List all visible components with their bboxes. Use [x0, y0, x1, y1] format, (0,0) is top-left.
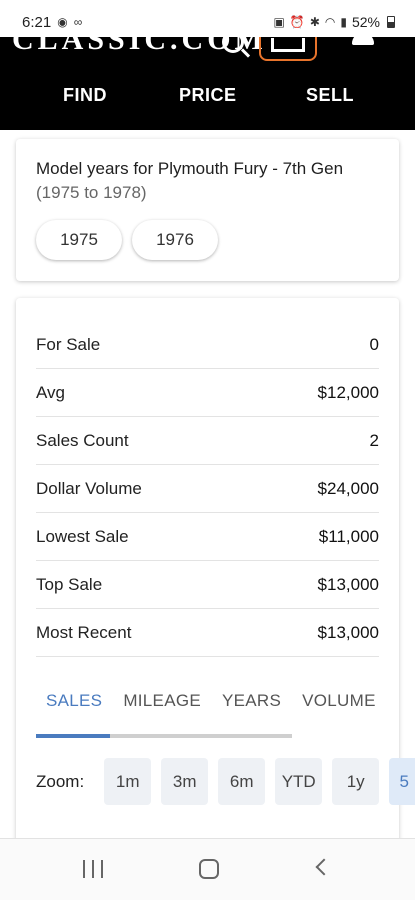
stat-label: For Sale	[36, 334, 101, 354]
nav-find[interactable]: FIND	[63, 85, 107, 106]
tab-volume[interactable]: VOLUME	[302, 679, 376, 723]
system-nav-bar	[0, 838, 415, 900]
zoom-ytd-button[interactable]: YTD	[275, 758, 323, 805]
stat-row-for-sale: For Sale 0	[36, 321, 379, 369]
stat-value: 2	[369, 430, 379, 450]
home-icon[interactable]	[199, 859, 219, 879]
model-years-range: (1975 to 1978)	[36, 183, 147, 202]
back-icon[interactable]	[315, 858, 333, 876]
tab-mileage[interactable]: MILEAGE	[123, 679, 201, 723]
nfc-icon: ▣	[273, 15, 285, 29]
user-icon[interactable]	[352, 37, 374, 45]
stat-label: Sales Count	[36, 430, 129, 450]
tab-sales[interactable]: SALES	[46, 679, 102, 723]
stat-value: $13,000	[317, 622, 379, 642]
nav-sell[interactable]: SELL	[306, 85, 354, 106]
wifi-icon: ◠	[324, 15, 336, 29]
stat-label: Avg	[36, 382, 65, 402]
stat-label: Dollar Volume	[36, 478, 142, 498]
voicemail-icon: ∞	[73, 15, 83, 29]
market-stats-card: For Sale 0 Avg $12,000 Sales Count 2 Dol…	[16, 298, 415, 858]
signal-icon: ▮	[340, 15, 347, 29]
battery-percent: 52%	[351, 14, 380, 30]
stat-label: Top Sale	[36, 574, 103, 594]
zoom-1m-button[interactable]: 1m	[104, 758, 152, 805]
stat-value: $13,000	[317, 574, 379, 594]
stat-value: $12,000	[317, 382, 379, 402]
garage-button[interactable]	[259, 37, 317, 61]
stat-label: Lowest Sale	[36, 526, 129, 546]
messenger-icon: ◉	[57, 15, 68, 29]
stat-value: $24,000	[317, 478, 379, 498]
stat-row-avg: Avg $12,000	[36, 369, 379, 417]
bluetooth-icon: ✱	[309, 15, 320, 29]
nav-price[interactable]: PRICE	[179, 85, 237, 106]
stat-row-dollar-volume: Dollar Volume $24,000	[36, 465, 379, 513]
model-years-card: Model years for Plymouth Fury - 7th Gen …	[16, 139, 399, 281]
recent-apps-icon[interactable]	[83, 860, 103, 878]
tab-years[interactable]: YEARS	[222, 679, 281, 723]
status-time: 6:21	[22, 13, 52, 31]
stat-value: $11,000	[318, 526, 379, 546]
battery-icon	[387, 16, 395, 28]
stat-row-sales-count: Sales Count 2	[36, 417, 379, 465]
zoom-controls: Zoom: 1m 3m 6m YTD 1y 5	[36, 758, 415, 805]
stat-value: 0	[369, 334, 379, 354]
chart-tabs: SALES MILEAGE YEARS VOLUME	[36, 679, 379, 738]
model-years-title: Model years for Plymouth Fury - 7th Gen	[36, 159, 344, 178]
stat-row-most-recent: Most Recent $13,000	[36, 609, 379, 657]
stat-row-top-sale: Top Sale $13,000	[36, 561, 379, 609]
zoom-label: Zoom:	[36, 771, 85, 791]
year-pill-1975[interactable]: 1975	[36, 220, 122, 260]
search-icon[interactable]	[222, 37, 244, 53]
active-tab-indicator	[36, 734, 110, 738]
zoom-6m-button[interactable]: 6m	[218, 758, 266, 805]
zoom-3m-button[interactable]: 3m	[161, 758, 209, 805]
app-header: CLASSIC.COM FIND PRICE SELL	[0, 37, 415, 130]
garage-icon	[271, 38, 305, 52]
zoom-1y-button[interactable]: 1y	[332, 758, 380, 805]
year-pill-1976[interactable]: 1976	[132, 220, 218, 260]
zoom-5y-button[interactable]: 5	[389, 758, 415, 805]
stat-row-lowest-sale: Lowest Sale $11,000	[36, 513, 379, 561]
stat-label: Most Recent	[36, 622, 132, 642]
alarm-icon: ⏰	[289, 15, 305, 29]
year-pills: 1975 1976	[36, 220, 379, 260]
